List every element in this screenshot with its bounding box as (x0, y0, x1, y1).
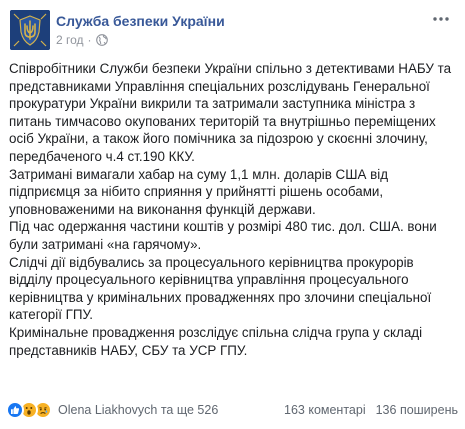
comments-count-link[interactable]: 163 коментарі (284, 403, 366, 417)
meta-separator: · (87, 33, 92, 47)
post-paragraph: Затримані вимагали хабар на суму 1,1 млн… (9, 166, 389, 217)
sbu-emblem-icon (10, 10, 50, 50)
like-icon (6, 401, 24, 419)
post-paragraph: Кримінальне провадження розслідує спільн… (9, 324, 423, 358)
reactors-link[interactable]: Olena Liakhovych та ще 526 (58, 403, 218, 417)
facebook-post: Служба безпеки України 2 год · Співробіт… (0, 0, 465, 429)
post-meta: 2 год · (56, 33, 108, 47)
shares-count-link[interactable]: 136 поширень (376, 403, 458, 417)
reactions-summary[interactable] (6, 401, 52, 419)
globe-icon[interactable] (95, 34, 108, 46)
post-paragraph: Слідчі дії відбувались за процесуального… (9, 254, 432, 323)
page-avatar[interactable] (10, 10, 50, 50)
post-timestamp[interactable]: 2 год (56, 33, 84, 47)
post-text: Співробітники Служби безпеки України спі… (9, 60, 457, 359)
post-paragraph: Під час одержання частини коштів у розмі… (9, 219, 437, 252)
more-options-button[interactable] (431, 12, 451, 26)
more-options-icon (433, 17, 449, 21)
post-paragraph: Співробітники Служби безпеки України спі… (9, 61, 452, 164)
engagement-counts: 163 коментарі 136 поширень (284, 403, 458, 417)
page-name-link[interactable]: Служба безпеки України (56, 13, 225, 29)
post-footer: Olena Liakhovych та ще 526 163 коментарі… (6, 398, 458, 422)
post-header: Служба безпеки України 2 год · (10, 10, 455, 54)
